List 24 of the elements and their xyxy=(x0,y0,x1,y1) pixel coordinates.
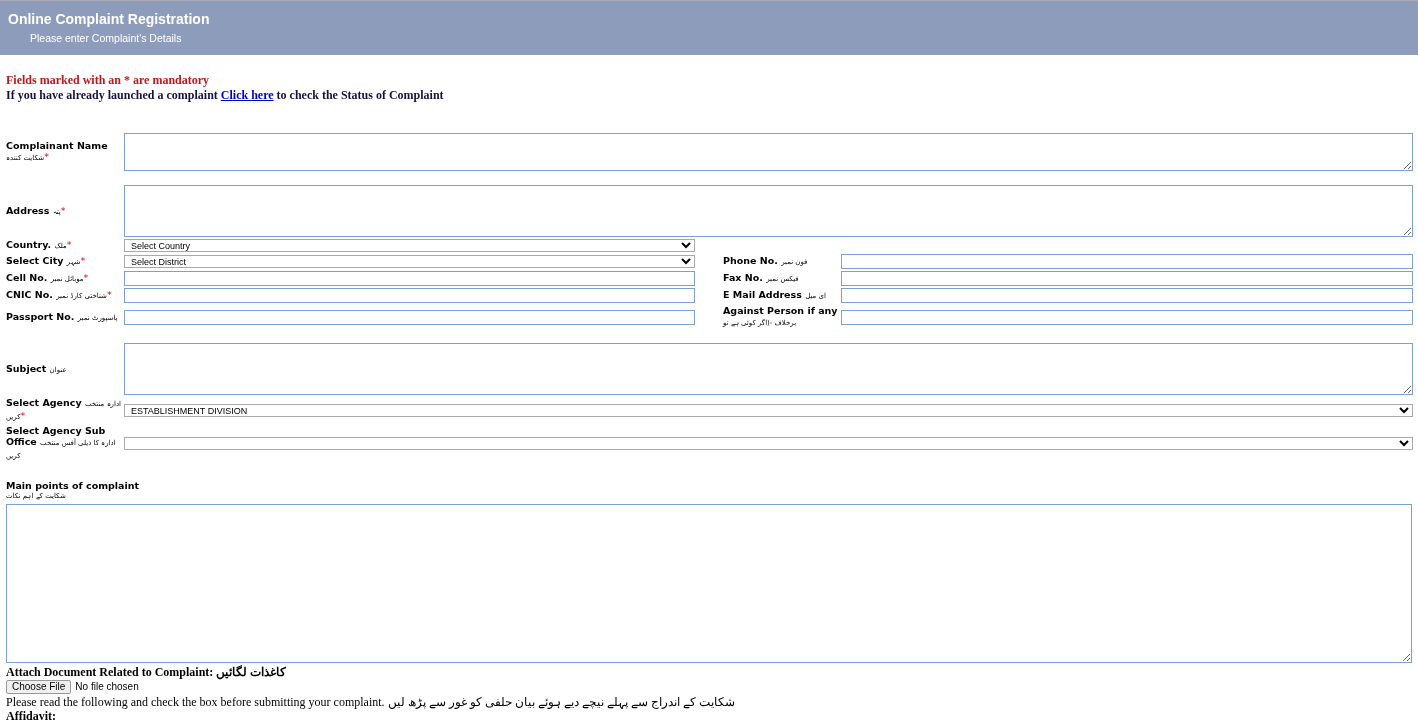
input-field[interactable] xyxy=(124,309,695,325)
page-subtitle: Please enter Complaint's Details xyxy=(30,32,183,45)
input-field[interactable] xyxy=(841,309,1413,325)
input-field[interactable] xyxy=(841,271,1413,286)
page-title: Online Complaint Registration xyxy=(8,10,211,28)
dropdown[interactable]: Select District xyxy=(124,255,695,268)
file-status: No file chosen xyxy=(75,680,139,694)
input-field[interactable] xyxy=(841,254,1413,269)
text-area[interactable] xyxy=(124,133,1413,171)
choose-file-button[interactable]: Choose File xyxy=(6,680,72,694)
affidavit-heading: Affidavit: xyxy=(6,709,57,723)
input-field[interactable] xyxy=(841,288,1413,303)
input-field[interactable] xyxy=(124,271,695,286)
text-area[interactable] xyxy=(124,343,1413,395)
dropdown[interactable]: ESTABLISHMENT DIVISION xyxy=(124,403,1413,417)
status-note: If you have already launched a complaint Click here to check the Status of Complaint xyxy=(6,88,445,103)
instruction-text: Please read the following and check the box before submitting your complaint. شکایت کے اندراج سے پہلے نیچے دیے ہوئے بیان حلفی کو غور سے پڑھ لیں xyxy=(6,695,736,709)
mandatory-note: Fields marked with an * are mandatory xyxy=(6,73,211,88)
dropdown[interactable] xyxy=(124,437,1413,450)
input-field[interactable] xyxy=(124,288,695,303)
text-area[interactable] xyxy=(124,185,1413,237)
status-link[interactable]: Click here xyxy=(220,88,274,102)
dropdown[interactable]: Select Country xyxy=(124,239,695,252)
attach-label: Attach Document Related to Complaint: کاغذات لگائیں xyxy=(6,665,288,679)
